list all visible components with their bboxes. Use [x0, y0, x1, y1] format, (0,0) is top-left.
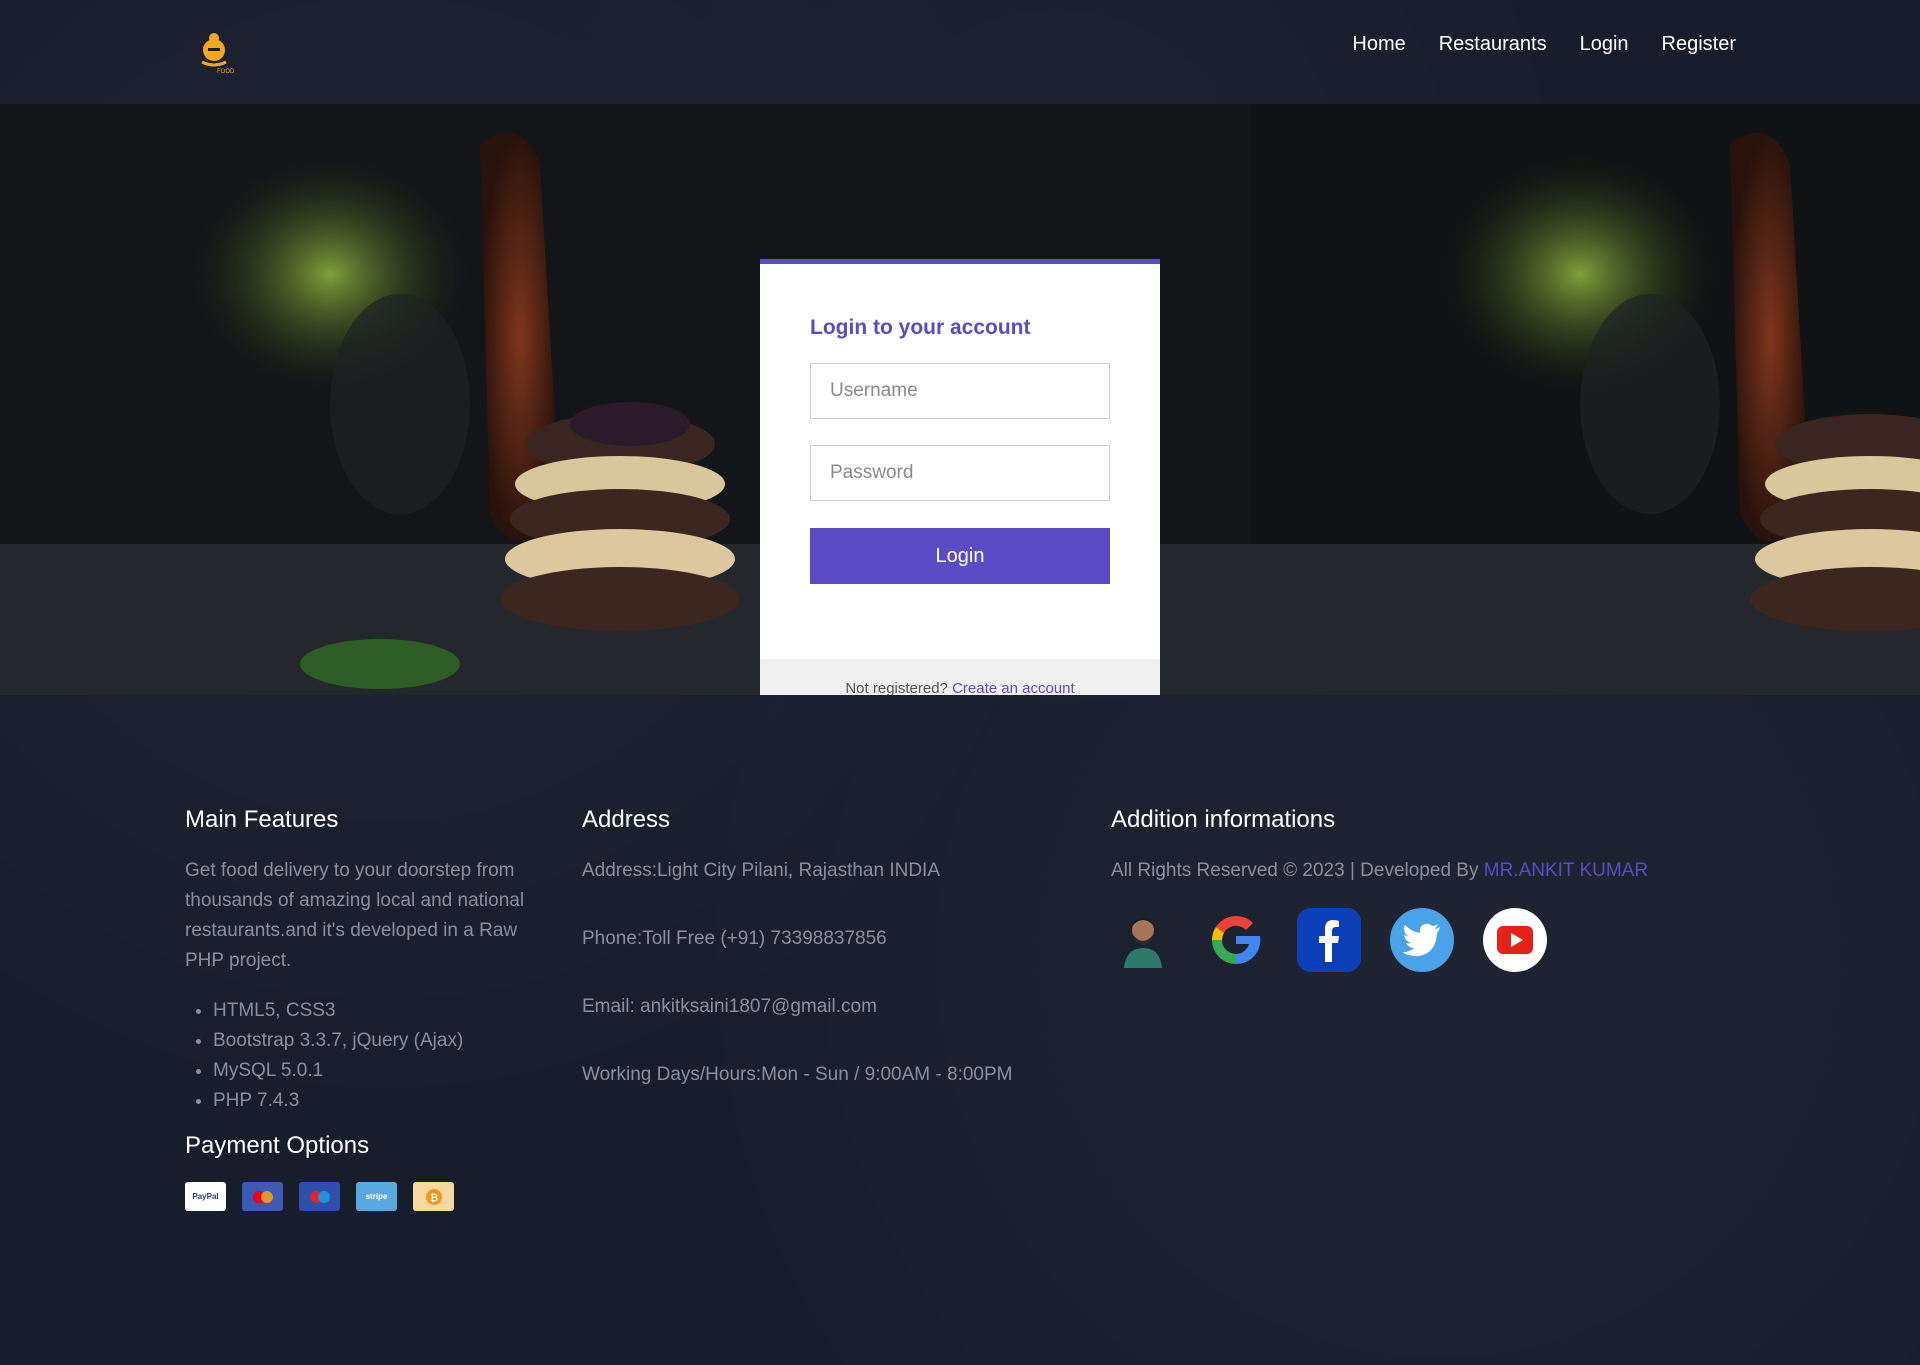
list-item: MySQL 5.0.1 — [213, 1056, 535, 1086]
payment-title: Payment Options — [185, 1132, 370, 1159]
footer-additional: Addition informations All Rights Reserve… — [1111, 806, 1671, 972]
maestro-icon — [299, 1182, 340, 1211]
features-title: Main Features — [185, 806, 339, 833]
nav-login-link[interactable]: Login — [1580, 30, 1629, 58]
developer-link[interactable]: MR.ANKIT KUMAR — [1484, 860, 1648, 881]
footer-address: Address Address:Light City Pilani, Rajas… — [582, 806, 1042, 1128]
create-account-link[interactable]: Create an account — [952, 680, 1075, 695]
email-text: Email: ankitksaini1807@gmail.com — [582, 996, 877, 1017]
navbar: FOOD Home Restaurants Login Register — [0, 0, 1920, 104]
additional-title: Addition informations — [1111, 806, 1336, 833]
hero-banner: Login to your account Login Not register… — [0, 104, 1920, 695]
nav-register-link[interactable]: Register — [1662, 30, 1736, 58]
features-list: HTML5, CSS3 Bootstrap 3.3.7, jQuery (Aja… — [185, 996, 535, 1116]
svg-text:₿: ₿ — [430, 1192, 438, 1204]
login-title: Login to your account — [810, 316, 1031, 339]
address-title: Address — [582, 806, 671, 833]
stripe-icon: stripe — [356, 1182, 397, 1211]
google-icon[interactable] — [1204, 908, 1268, 972]
login-card: Login to your account Login Not register… — [760, 259, 1160, 695]
copyright-text: All Rights Reserved © 2023 | Developed B… — [1111, 860, 1649, 881]
bitcoin-icon: ₿ — [413, 1182, 454, 1211]
register-prompt-text: Not registered? — [845, 680, 948, 695]
list-item: HTML5, CSS3 — [213, 996, 535, 1026]
payment-options: PayPal stripe ₿ — [185, 1182, 535, 1211]
paypal-icon: PayPal — [185, 1182, 226, 1211]
logo[interactable]: FOOD — [196, 28, 236, 76]
social-links — [1111, 908, 1671, 972]
twitter-icon[interactable] — [1390, 908, 1454, 972]
list-item: Bootstrap 3.3.7, jQuery (Ajax) — [213, 1026, 535, 1056]
footer-features: Main Features Get food delivery to your … — [185, 806, 535, 1211]
nav-home-link[interactable]: Home — [1352, 30, 1405, 58]
main-nav: Home Restaurants Login Register — [1352, 30, 1736, 58]
username-input[interactable] — [810, 363, 1110, 419]
features-description: Get food delivery to your doorstep from … — [185, 860, 525, 971]
facebook-icon[interactable] — [1297, 908, 1361, 972]
list-item: PHP 7.4.3 — [213, 1086, 535, 1116]
hero-image-repeat — [1250, 104, 1920, 695]
avatar[interactable] — [1111, 908, 1175, 972]
hours-text: Working Days/Hours:Mon - Sun / 9:00AM - … — [582, 1064, 1013, 1085]
phone-text: Phone:Toll Free (+91) 73398837856 — [582, 928, 887, 949]
mastercard-icon — [242, 1182, 283, 1211]
nav-restaurants-link[interactable]: Restaurants — [1439, 30, 1547, 58]
youtube-icon[interactable] — [1483, 908, 1547, 972]
password-input[interactable] — [810, 445, 1110, 501]
svg-text:FOOD: FOOD — [217, 69, 235, 75]
login-button[interactable]: Login — [810, 528, 1110, 584]
address-text: Address:Light City Pilani, Rajasthan IND… — [582, 860, 940, 881]
register-prompt: Not registered? Create an account — [760, 659, 1160, 695]
